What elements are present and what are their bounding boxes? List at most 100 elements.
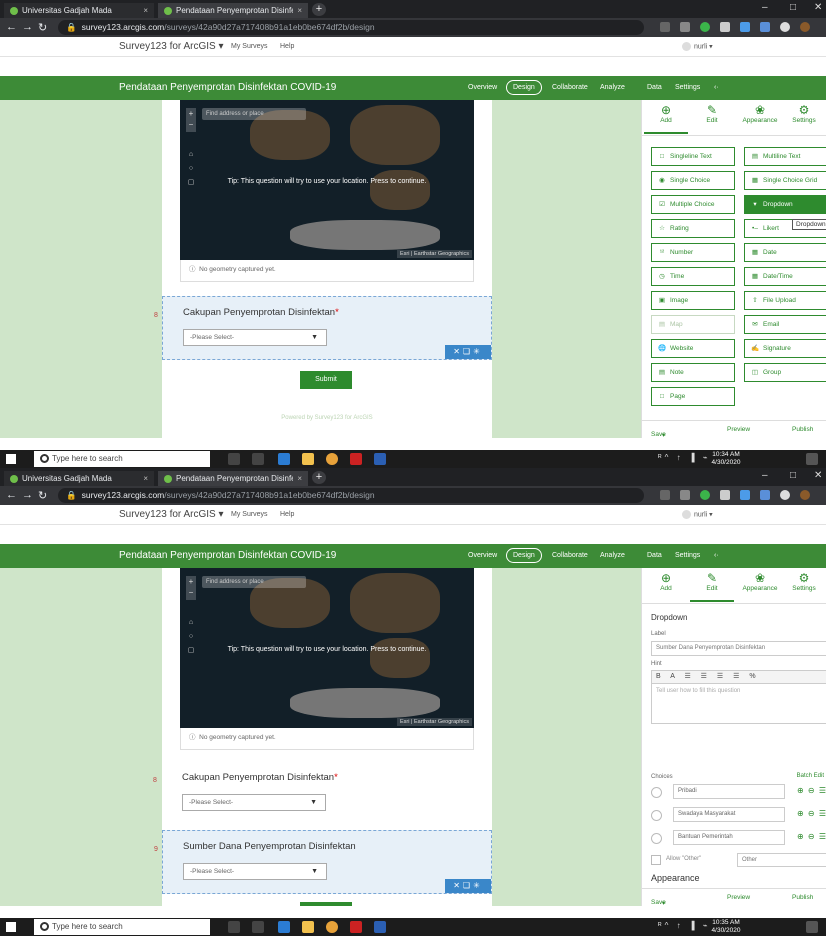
share-icon[interactable]: ‹· [714, 84, 719, 91]
window-close-button[interactable]: ✕ [814, 2, 822, 13]
nav-collaborate[interactable]: Collaborate [552, 552, 588, 559]
location-tip[interactable]: Tip: This question will try to use your … [180, 646, 474, 653]
tab-edit[interactable]: ✎ Edit [690, 571, 734, 602]
file-explorer-icon[interactable] [302, 921, 314, 933]
app-title[interactable]: Survey123 for ArcGIS ▾ [119, 41, 224, 52]
edge-icon[interactable] [278, 921, 290, 933]
cortana-icon[interactable] [228, 453, 240, 465]
user-menu[interactable]: nurli ▾ [682, 42, 713, 51]
taskbar-search[interactable]: Type here to search [34, 451, 210, 467]
submit-button[interactable]: Submit [300, 371, 352, 389]
type-file-upload[interactable]: ⇧ File Upload [744, 291, 826, 310]
publish-button[interactable]: Publish [792, 426, 813, 433]
tab-appearance[interactable]: ❀ Appearance [738, 571, 782, 592]
new-tab-button[interactable]: + [312, 3, 326, 16]
notification-icon[interactable] [806, 921, 818, 933]
zoom-icon[interactable] [660, 490, 670, 500]
browser-tab-ugm[interactable]: Universitas Gadjah Mada × [4, 3, 154, 18]
label-field[interactable]: Sumber Dana Penyemprotan Disinfektan [651, 641, 826, 656]
type-email[interactable]: ✉ Email [744, 315, 826, 334]
star-icon[interactable] [680, 490, 690, 500]
extension-green-icon[interactable] [700, 22, 710, 32]
windows-start-icon[interactable] [6, 454, 16, 464]
preview-button[interactable]: Preview [727, 426, 750, 433]
nav-collaborate[interactable]: Collaborate [552, 84, 588, 91]
nav-design[interactable]: Design [506, 548, 542, 563]
save-button[interactable]: Save ▾ [651, 426, 666, 438]
taskbar-search[interactable]: Type here to search [34, 919, 210, 935]
share-icon[interactable]: ‹· [714, 552, 719, 559]
media-player-icon[interactable] [350, 453, 362, 465]
question-sumber-dana[interactable]: 9 Sumber Dana Penyemprotan Disinfektan -… [154, 830, 492, 894]
chrome-icon[interactable] [326, 453, 338, 465]
geopoint-map[interactable]: + − Find address or place ⌂ ○ ▢ Tip: This q… [180, 568, 474, 728]
hint-editor[interactable]: Tell user how to fill this question [651, 684, 826, 724]
nav-data[interactable]: Data [647, 552, 662, 559]
forward-arrow-icon[interactable]: → [22, 489, 33, 501]
close-tab-icon[interactable]: × [297, 6, 302, 15]
notification-icon[interactable] [806, 453, 818, 465]
type-multiple-choice[interactable]: ☑ Multiple Choice [651, 195, 735, 214]
extension-grey-icon[interactable] [720, 490, 730, 500]
nav-settings[interactable]: Settings [675, 552, 700, 559]
user-menu[interactable]: nurli ▾ [682, 510, 713, 519]
choice-input[interactable]: Pribadi [673, 784, 785, 799]
type-group[interactable]: ◫ Group [744, 363, 826, 382]
extension-blue-icon[interactable] [740, 22, 750, 32]
type-dropdown[interactable]: ▾ Dropdown [744, 195, 826, 214]
close-tab-icon[interactable]: × [143, 474, 148, 483]
cakupan-dropdown[interactable]: -Please Select- ▼ [183, 329, 327, 346]
cortana-icon[interactable] [228, 921, 240, 933]
zoom-control[interactable]: + − [186, 108, 196, 132]
map-search-box[interactable]: Find address or place [202, 108, 306, 120]
extension-green-icon[interactable] [700, 490, 710, 500]
edge-icon[interactable] [278, 453, 290, 465]
system-tray[interactable]: ᴿ^ ↑ ▐ ⌁ [658, 453, 711, 462]
nav-data[interactable]: Data [647, 84, 662, 91]
window-close-button[interactable]: ✕ [814, 470, 822, 481]
type-website[interactable]: 🌐 Website [651, 339, 735, 358]
file-explorer-icon[interactable] [302, 453, 314, 465]
zoom-control[interactable]: + − [186, 576, 196, 600]
extension-grey-icon[interactable] [720, 22, 730, 32]
map-search-box[interactable]: Find address or place [202, 576, 306, 588]
app-title[interactable]: Survey123 for ArcGIS ▾ [119, 509, 224, 520]
help-link[interactable]: Help [280, 43, 294, 50]
tab-edit[interactable]: ✎ Edit [690, 103, 734, 124]
type-singleline[interactable]: □ Singleline Text [651, 147, 735, 166]
type-datetime[interactable]: ▦ Date/Time [744, 267, 826, 286]
tab-settings[interactable]: ⚙ Settings [782, 571, 826, 592]
choice-input[interactable]: Bantuan Pemerintah [673, 830, 785, 845]
task-view-icon[interactable] [252, 453, 264, 465]
nav-analyze[interactable]: Analyze [600, 84, 625, 91]
extension-circle-icon[interactable] [780, 22, 790, 32]
my-surveys-link[interactable]: My Surveys [231, 511, 268, 518]
save-button[interactable]: Save ▾ [651, 894, 666, 906]
preview-button[interactable]: Preview [727, 894, 750, 901]
type-image[interactable]: ▣ Image [651, 291, 735, 310]
word-icon[interactable] [374, 453, 386, 465]
reload-icon[interactable]: ↻ [38, 489, 47, 502]
hint-toolbar[interactable]: B A ☰ ☰ ☰ ☰ % [651, 670, 826, 684]
browser-tab-ugm[interactable]: Universitas Gadjah Mada × [4, 471, 154, 486]
choice-actions[interactable]: ⊕ ⊖ ☰ [797, 832, 826, 841]
nav-overview[interactable]: Overview [468, 84, 497, 91]
browser-tab-survey[interactable]: Pendataan Penyemprotan Disinfe × [158, 3, 308, 18]
tab-add[interactable]: ⊕ Add [644, 571, 688, 592]
browser-tab-survey[interactable]: Pendataan Penyemprotan Disinfe × [158, 471, 308, 486]
zoom-icon[interactable] [660, 22, 670, 32]
profile-avatar-icon[interactable] [800, 490, 810, 500]
type-date[interactable]: ▦ Date [744, 243, 826, 262]
taskbar-clock[interactable]: 10:35 AM 4/30/2020 [708, 919, 744, 935]
type-number[interactable]: ¹² Number [651, 243, 735, 262]
nav-overview[interactable]: Overview [468, 552, 497, 559]
minimize-button[interactable]: – [762, 2, 768, 13]
location-tip[interactable]: Tip: This question will try to use your … [180, 178, 474, 185]
other-field[interactable]: Other [737, 853, 826, 867]
batch-edit-link[interactable]: Batch Edit [797, 773, 824, 779]
type-time[interactable]: ◷ Time [651, 267, 735, 286]
type-page[interactable]: □ Page [651, 387, 735, 406]
media-player-icon[interactable] [350, 921, 362, 933]
reload-icon[interactable]: ↻ [38, 21, 47, 34]
choice-input[interactable]: Swadaya Masyarakat [673, 807, 785, 822]
